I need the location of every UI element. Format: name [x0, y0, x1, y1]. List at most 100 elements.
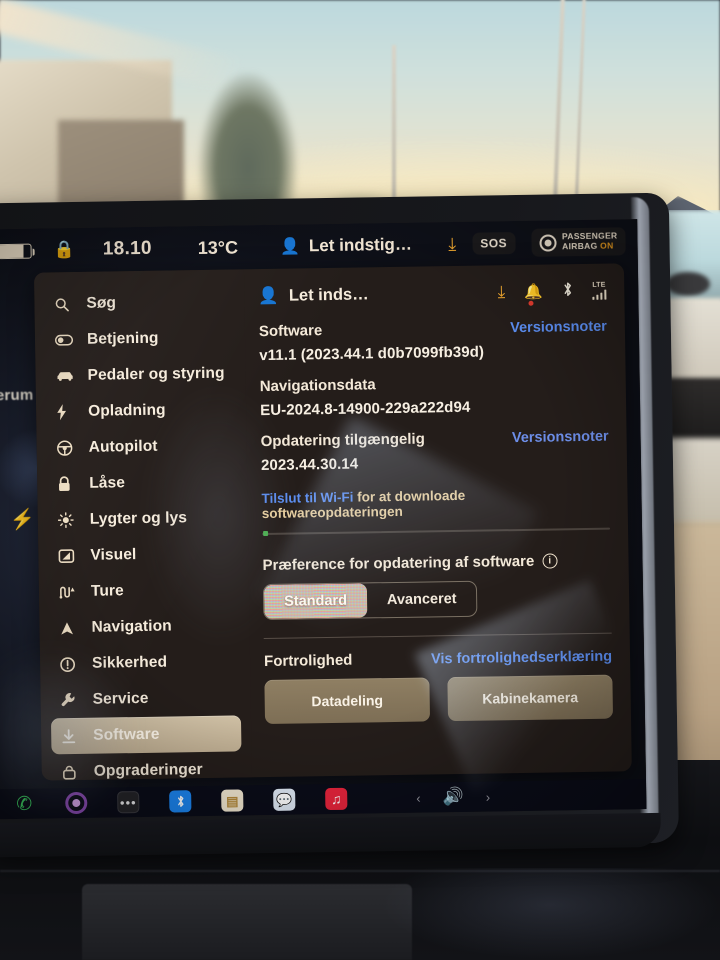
- lock-icon[interactable]: 🔒: [53, 240, 74, 260]
- sidebar-item-service[interactable]: Service: [50, 679, 241, 718]
- data-sharing-button[interactable]: Datadeling: [264, 677, 431, 725]
- sidebar-item-opgraderinger[interactable]: Opgraderinger: [52, 751, 243, 780]
- sidebar-item-betjening[interactable]: Betjening: [45, 319, 236, 358]
- sidebar-item-label: Låse: [89, 474, 126, 492]
- person-icon: 👤: [279, 238, 301, 256]
- sidebar-item-label: Ture: [90, 582, 124, 600]
- taskbar-messages-button[interactable]: 💬: [258, 788, 310, 811]
- car-icon: [55, 370, 74, 382]
- content-header: 👤 Let inds… ⤓ 🔔 LTE: [258, 278, 607, 309]
- dashboard-reflection: [380, 868, 720, 960]
- connect-wifi-link[interactable]: Tilslut til Wi-Fi: [261, 490, 353, 506]
- sidebar-item-label: Opladning: [88, 401, 166, 420]
- sidebar-item-label: Navigation: [91, 617, 172, 636]
- passenger-airbag-indicator: PASSENGER AIRBAG ON: [530, 227, 626, 257]
- sidebar-item-opladning[interactable]: Opladning: [46, 391, 237, 430]
- sidebar-item-autopilot[interactable]: Autopilot: [46, 427, 237, 466]
- signal-bars: [591, 289, 607, 300]
- touchscreen-unit: erum ⚡ 🔒 18.10 13°C 👤 Let indstig… ⤓ SOS: [0, 192, 679, 864]
- download-icon: [61, 728, 80, 743]
- progress-indicator-dot: [263, 530, 269, 536]
- download-icon[interactable]: ⤓: [497, 282, 505, 302]
- sidebar-item-sog[interactable]: Søg: [44, 283, 235, 322]
- signal-bars-icon: LTE: [591, 281, 607, 300]
- chevron-right-icon[interactable]: ›: [486, 789, 491, 804]
- airbag-text: PASSENGER AIRBAG ON: [562, 231, 618, 252]
- software-release-notes-link[interactable]: Versionsnoter: [510, 319, 607, 337]
- search-icon: [54, 296, 73, 311]
- update-preference-section: Præference for opdatering af software i …: [262, 552, 611, 621]
- sidebar-item-label: Service: [92, 689, 149, 708]
- privacy-buttons: Datadeling Kabinekamera: [264, 674, 614, 725]
- sidebar-item-ture[interactable]: Ture: [49, 571, 240, 610]
- sos-button[interactable]: SOS: [472, 232, 516, 255]
- airbag-state: ON: [600, 240, 614, 251]
- lock-icon: [57, 476, 76, 492]
- driver-profile-name: Let indstig…: [308, 234, 413, 256]
- bluetooth-icon: [169, 790, 192, 813]
- sidebar-item-software[interactable]: Software: [50, 715, 242, 755]
- route-icon: [59, 585, 78, 599]
- sos-label: SOS: [480, 236, 508, 251]
- update-preference-segmented-control: Standard Avanceret: [262, 580, 478, 621]
- update-release-notes-link[interactable]: Versionsnoter: [512, 429, 609, 447]
- taskbar-phone-button[interactable]: ✆: [0, 792, 50, 815]
- privacy-label: Fortrolighed: [263, 651, 353, 671]
- navigation-data-row: Navigationsdata EU-2024.8-14900-229a222d…: [260, 373, 609, 419]
- sidebar-item-visuel[interactable]: Visuel: [48, 535, 239, 574]
- sidebar-item-pedaler-og-styring[interactable]: Pedaler og styring: [45, 355, 236, 394]
- privacy-statement-link[interactable]: Vis fortrolighedserklæring: [431, 649, 612, 668]
- sun-icon: [57, 512, 77, 529]
- navigation-data-label: Navigationsdata: [259, 376, 376, 396]
- software-version: v11.1 (2023.44.1 d0b7099fb39d): [259, 343, 485, 365]
- update-available-label: Opdatering tilgængelig: [260, 430, 425, 451]
- steering-wheel-icon: [57, 440, 76, 456]
- airbag-line-2: AIRBAG: [562, 240, 598, 252]
- messages-icon: 💬: [273, 788, 296, 811]
- phone-icon: ✆: [16, 793, 33, 815]
- update-available-version: 2023.44.30.14: [260, 455, 359, 475]
- taskbar-more-apps-button[interactable]: •••: [102, 791, 154, 814]
- download-icon[interactable]: ⤓: [448, 233, 456, 254]
- signal-label: LTE: [592, 281, 606, 289]
- driver-profile-button[interactable]: 👤 Let indstig…: [280, 235, 412, 257]
- cabin-camera-button[interactable]: Kabinekamera: [447, 674, 614, 722]
- map-location-label: erum: [0, 386, 34, 405]
- airbag-ring-icon: [538, 233, 557, 252]
- info-icon[interactable]: i: [542, 553, 558, 569]
- taskbar-media-dial-button[interactable]: [50, 791, 102, 815]
- notification-dot: [528, 300, 534, 306]
- sidebar-item-navigation[interactable]: Navigation: [49, 607, 240, 646]
- settings-sidebar: Søg Betjening Pedaler og styring Opladni…: [33, 269, 252, 781]
- navigation-arrow-icon: [59, 620, 78, 635]
- notes-icon: ▤: [221, 789, 244, 812]
- taskbar-bluetooth-button[interactable]: [154, 790, 206, 813]
- more-apps-icon: •••: [117, 791, 140, 814]
- exclamation-circle-icon: [60, 656, 79, 672]
- sidebar-item-lase[interactable]: Låse: [47, 463, 238, 502]
- car-wheel: [666, 272, 710, 296]
- section-divider: [263, 632, 612, 640]
- speaker-icon[interactable]: 🔊: [442, 787, 463, 807]
- navigation-data-version: EU-2024.8-14900-229a222d94: [260, 398, 471, 420]
- taskbar-music-button[interactable]: ♫: [310, 787, 362, 811]
- media-dial-icon: [65, 791, 88, 815]
- wrench-icon: [61, 692, 80, 708]
- update-preference-label: Præference for opdatering af software: [262, 552, 535, 575]
- map-charge-bolt-icon: ⚡: [9, 508, 35, 532]
- sidebar-item-label: Opgraderinger: [93, 761, 203, 780]
- sidebar-item-label: Visuel: [90, 546, 137, 564]
- sidebar-item-label: Software: [93, 725, 160, 744]
- sidebar-item-lygter-og-lys[interactable]: Lygter og lys: [48, 499, 239, 538]
- bluetooth-icon[interactable]: [562, 281, 573, 302]
- bell-icon[interactable]: 🔔: [524, 283, 543, 306]
- profile-button[interactable]: 👤 Let inds…: [258, 285, 369, 306]
- bolt-icon: [56, 404, 75, 421]
- content-status-icons: ⤓ 🔔 LTE: [497, 280, 607, 306]
- chevron-left-icon[interactable]: ‹: [416, 790, 421, 805]
- taskbar-notes-button[interactable]: ▤: [206, 789, 258, 812]
- preference-option-advanced[interactable]: Avanceret: [367, 582, 477, 618]
- sidebar-item-label: Sikkerhed: [91, 653, 168, 672]
- preference-option-standard[interactable]: Standard: [263, 583, 368, 620]
- sidebar-item-sikkerhed[interactable]: Sikkerhed: [50, 643, 241, 682]
